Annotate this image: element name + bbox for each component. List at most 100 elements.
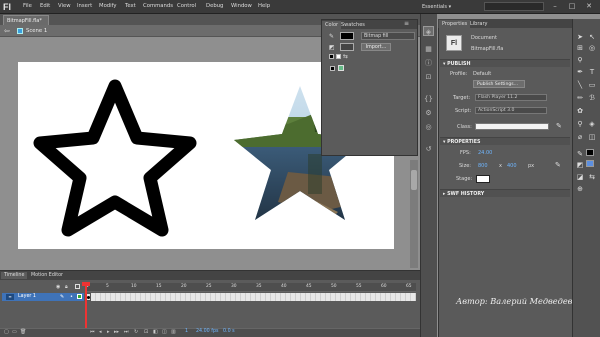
import-button[interactable]: Import... bbox=[361, 43, 391, 51]
line-tool-icon[interactable]: ╲ bbox=[575, 80, 585, 90]
play-icon[interactable]: ▸ bbox=[107, 329, 110, 335]
layer-visible-dot-icon[interactable]: • bbox=[70, 294, 73, 300]
tab-timeline[interactable]: Timeline bbox=[1, 272, 28, 279]
fill-color-bucket-icon[interactable]: ◩ bbox=[575, 160, 585, 170]
brush-tool-icon[interactable]: ℬ bbox=[587, 93, 597, 103]
pen-tool-icon[interactable]: ✒ bbox=[575, 67, 585, 77]
frames-row[interactable] bbox=[86, 293, 416, 301]
layer-outline-color-icon[interactable] bbox=[77, 294, 82, 299]
step-forward-icon[interactable]: ▸▸ bbox=[114, 329, 119, 335]
stroke-color-pencil-icon[interactable]: ✎ bbox=[575, 149, 585, 159]
loop-icon[interactable]: ↻ bbox=[134, 329, 138, 335]
lasso-tool-icon[interactable]: ϙ bbox=[575, 54, 585, 64]
fill-bucket-icon[interactable]: ◩ bbox=[329, 44, 335, 51]
current-frame[interactable]: 1 bbox=[185, 329, 188, 334]
new-layer-icon[interactable]: ▢ bbox=[4, 329, 9, 335]
eyedropper-tool-icon[interactable]: ⌀ bbox=[575, 132, 585, 142]
menu-edit[interactable]: Edit bbox=[40, 3, 50, 9]
script-select[interactable]: ActionScript 3.0 bbox=[475, 107, 547, 114]
free-transform-tool-icon[interactable]: ⊞ bbox=[575, 43, 585, 53]
default-colors-icon[interactable]: ◪ bbox=[575, 172, 585, 182]
snap-to-objects-icon[interactable]: ⊕ bbox=[575, 184, 585, 194]
minimize-button[interactable]: – bbox=[548, 2, 562, 11]
pencil-tool-icon[interactable]: ✏ bbox=[575, 93, 585, 103]
close-button[interactable]: ✕ bbox=[582, 2, 596, 11]
tab-library[interactable]: Library bbox=[467, 20, 490, 28]
transform-icon[interactable]: ⊡ bbox=[423, 72, 434, 82]
menu-debug[interactable]: Debug bbox=[206, 3, 223, 9]
info-icon[interactable]: ⓘ bbox=[423, 58, 434, 68]
swap-colors-tool-icon[interactable]: ⇆ bbox=[587, 172, 597, 182]
black-white-icon[interactable] bbox=[329, 54, 334, 59]
onion-skin-icon[interactable]: ◧ bbox=[153, 329, 158, 335]
code-snippets-icon[interactable]: {} bbox=[423, 94, 434, 104]
selection-tool-icon[interactable]: ➤ bbox=[575, 32, 585, 42]
lock-icon[interactable]: 🔒︎ bbox=[65, 284, 68, 290]
components-icon[interactable]: ⚙ bbox=[423, 108, 434, 118]
outline-icon[interactable] bbox=[75, 284, 80, 289]
menu-view[interactable]: View bbox=[58, 3, 71, 9]
publish-settings-button[interactable]: Publish Settings... bbox=[473, 80, 525, 88]
align-icon[interactable]: ▦ bbox=[423, 44, 434, 54]
maximize-button[interactable]: □ bbox=[565, 2, 579, 11]
properties-section-header[interactable]: ▾ PROPERTIES bbox=[440, 137, 570, 145]
tab-properties[interactable]: Properties bbox=[439, 20, 471, 28]
tool-stroke-color-swatch[interactable] bbox=[586, 149, 594, 156]
layer-name[interactable]: Layer 1 bbox=[18, 294, 36, 299]
center-frame-icon[interactable]: ⊡ bbox=[144, 329, 148, 335]
fps-value[interactable]: 24.00 bbox=[478, 150, 492, 156]
onion-skin-outlines-icon[interactable]: ◫ bbox=[162, 329, 167, 335]
text-tool-icon[interactable]: T bbox=[587, 67, 597, 77]
rectangle-tool-icon[interactable]: ▭ bbox=[587, 80, 597, 90]
document-tab[interactable]: BitmapFill.fla* bbox=[3, 15, 49, 25]
edit-size-icon[interactable]: ✎ bbox=[555, 161, 561, 169]
go-to-last-frame-icon[interactable]: ⏭ bbox=[124, 329, 129, 335]
motion-presets-icon[interactable]: ◎ bbox=[423, 122, 434, 132]
width-value[interactable]: 800 bbox=[478, 163, 488, 169]
bitmap-thumbnail[interactable] bbox=[338, 65, 344, 71]
eraser-tool-icon[interactable]: ◫ bbox=[587, 132, 597, 142]
tool-fill-color-swatch[interactable] bbox=[586, 160, 594, 167]
color-panel-icon[interactable]: ◈ bbox=[423, 26, 434, 36]
menu-file[interactable]: File bbox=[23, 3, 32, 9]
swf-history-section-header[interactable]: ▸ SWF HISTORY bbox=[440, 189, 570, 197]
back-arrow-icon[interactable]: ⇦ bbox=[4, 27, 10, 35]
fill-color-swatch[interactable] bbox=[340, 43, 354, 51]
scene-label[interactable]: Scene 1 bbox=[26, 28, 47, 34]
deco-tool-icon[interactable]: ✿ bbox=[575, 106, 585, 116]
bone-tool-icon[interactable]: ⚲ bbox=[575, 119, 585, 129]
no-color-icon[interactable] bbox=[336, 54, 341, 59]
tab-swatches[interactable]: Swatches bbox=[338, 21, 368, 29]
edit-class-pencil-icon[interactable]: ✎ bbox=[556, 122, 562, 130]
target-select[interactable]: Flash Player 11.2 bbox=[475, 94, 547, 101]
menu-text[interactable]: Text bbox=[125, 3, 136, 9]
publish-section-header[interactable]: ▾ PUBLISH bbox=[440, 59, 570, 67]
stroke-pencil-icon[interactable]: ✎ bbox=[329, 33, 334, 40]
class-input[interactable] bbox=[475, 123, 549, 130]
stroke-color-swatch[interactable] bbox=[340, 32, 354, 40]
menu-window[interactable]: Window bbox=[231, 3, 252, 9]
workspace-switcher[interactable]: Essentials ▾ bbox=[419, 2, 479, 12]
swap-colors-icon[interactable]: ⇆ bbox=[343, 53, 348, 60]
tab-motion-editor[interactable]: Motion Editor bbox=[28, 272, 66, 279]
subselection-tool-icon[interactable]: ↖ bbox=[587, 32, 597, 42]
scrollbar-thumb[interactable] bbox=[411, 170, 417, 190]
paint-bucket-tool-icon[interactable]: ◈ bbox=[587, 119, 597, 129]
new-folder-icon[interactable]: ▭ bbox=[12, 329, 17, 335]
stage-color-swatch[interactable] bbox=[476, 175, 490, 183]
menu-modify[interactable]: Modify bbox=[99, 3, 117, 9]
menu-commands[interactable]: Commands bbox=[143, 3, 173, 9]
menu-insert[interactable]: Insert bbox=[77, 3, 92, 9]
history-icon[interactable]: ↺ bbox=[423, 144, 434, 154]
height-value[interactable]: 400 bbox=[507, 163, 517, 169]
step-back-icon[interactable]: ◂ bbox=[99, 329, 102, 335]
delete-layer-icon[interactable]: 🗑︎ bbox=[20, 329, 26, 335]
menu-help[interactable]: Help bbox=[258, 3, 270, 9]
go-to-first-frame-icon[interactable]: ⏮ bbox=[90, 329, 95, 335]
3d-rotation-tool-icon[interactable]: ◎ bbox=[587, 43, 597, 53]
fill-type-select[interactable]: Bitmap fill bbox=[361, 32, 415, 40]
panel-menu-icon[interactable]: ≡ bbox=[404, 20, 409, 27]
menu-control[interactable]: Control bbox=[177, 3, 196, 9]
playhead[interactable] bbox=[85, 283, 87, 329]
edit-multiple-frames-icon[interactable]: ▥ bbox=[171, 329, 176, 335]
